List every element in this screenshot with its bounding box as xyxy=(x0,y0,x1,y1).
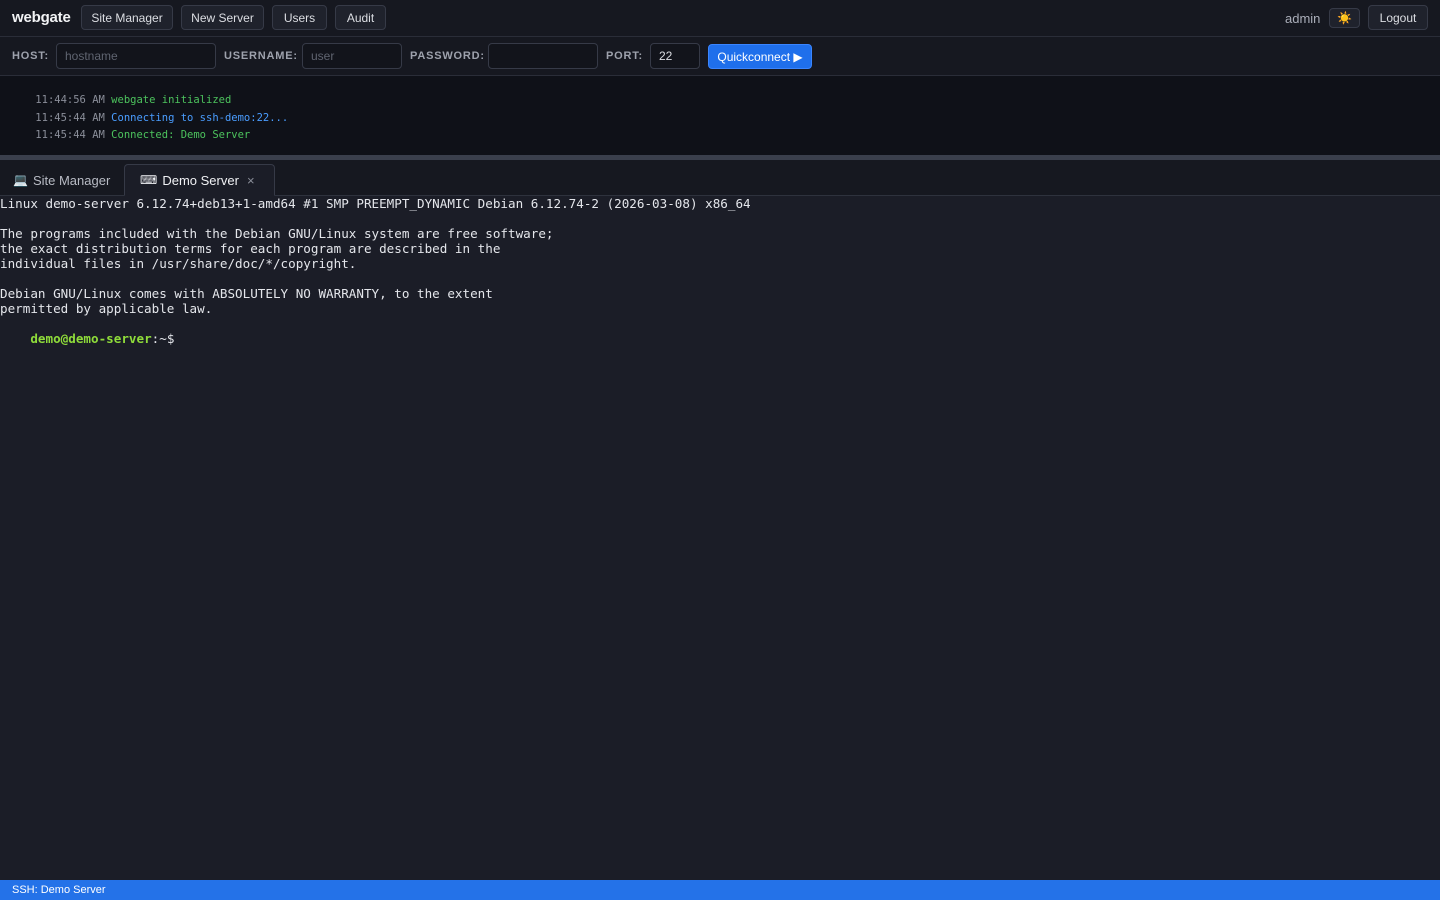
new-server-button[interactable]: New Server xyxy=(181,5,264,30)
tab-demo-server[interactable]: ⌨ Demo Server × xyxy=(124,164,275,196)
ssh-terminal[interactable]: Linux demo-server 6.12.74+deb13+1-amd64 … xyxy=(0,196,1440,880)
theme-toggle-button[interactable]: ☀️ xyxy=(1329,8,1360,28)
port-input[interactable] xyxy=(650,43,700,69)
port-label: PORT: xyxy=(606,50,643,62)
status-text: SSH: Demo Server xyxy=(12,884,106,896)
top-navbar: webgate Site Manager New Server Users Au… xyxy=(0,0,1440,37)
tab-label: Demo Server xyxy=(162,172,239,188)
keyboard-icon: ⌨ xyxy=(140,173,158,187)
terminal-prompt: demo@demo-server:~$ xyxy=(0,316,174,361)
password-label: PASSWORD: xyxy=(410,50,485,62)
username-input[interactable] xyxy=(302,43,402,69)
status-bar: SSH: Demo Server xyxy=(0,880,1440,900)
tab-label: Site Manager xyxy=(32,172,111,188)
tab-bar: 💻 Site Manager ⌨ Demo Server × xyxy=(0,160,1440,196)
tab-site-manager[interactable]: 💻 Site Manager xyxy=(13,164,110,196)
log-entry: 11:45:44 AM Connected: Demo Server xyxy=(10,117,250,153)
users-button[interactable]: Users xyxy=(272,5,327,30)
log-message: Connected: Demo Server xyxy=(111,129,251,141)
terminal-line: individual files in /usr/share/doc/*/cop… xyxy=(0,256,357,271)
terminal-line: Debian GNU/Linux comes with ABSOLUTELY N… xyxy=(0,286,493,301)
username-label: USERNAME: xyxy=(224,50,298,62)
terminal-line: The programs included with the Debian GN… xyxy=(0,226,554,241)
logout-button[interactable]: Logout xyxy=(1368,5,1428,30)
terminal-line: Linux demo-server 6.12.74+deb13+1-amd64 … xyxy=(0,196,751,211)
close-icon[interactable]: × xyxy=(247,173,255,188)
connection-log: 11:44:56 AM webgate initialized 11:45:44… xyxy=(0,76,1440,155)
sun-icon: ☀️ xyxy=(1337,11,1352,25)
app-brand: webgate xyxy=(12,9,71,26)
terminal-line: permitted by applicable law. xyxy=(0,301,213,316)
log-timestamp: 11:45:44 AM xyxy=(35,129,105,141)
audit-button[interactable]: Audit xyxy=(335,5,386,30)
host-label: HOST: xyxy=(12,50,49,62)
laptop-icon: 💻 xyxy=(13,173,28,187)
current-user: admin xyxy=(1285,11,1321,26)
terminal-line: the exact distribution terms for each pr… xyxy=(0,241,501,256)
quickconnect-button[interactable]: Quickconnect ▶ xyxy=(708,44,812,69)
site-manager-button[interactable]: Site Manager xyxy=(81,5,173,30)
password-input[interactable] xyxy=(488,43,598,69)
host-input[interactable] xyxy=(56,43,216,69)
prompt-user-host: demo@demo-server xyxy=(30,331,152,346)
quickconnect-bar: HOST: USERNAME: PASSWORD: PORT: Quickcon… xyxy=(0,37,1440,76)
prompt-path: :~$ xyxy=(151,331,175,346)
